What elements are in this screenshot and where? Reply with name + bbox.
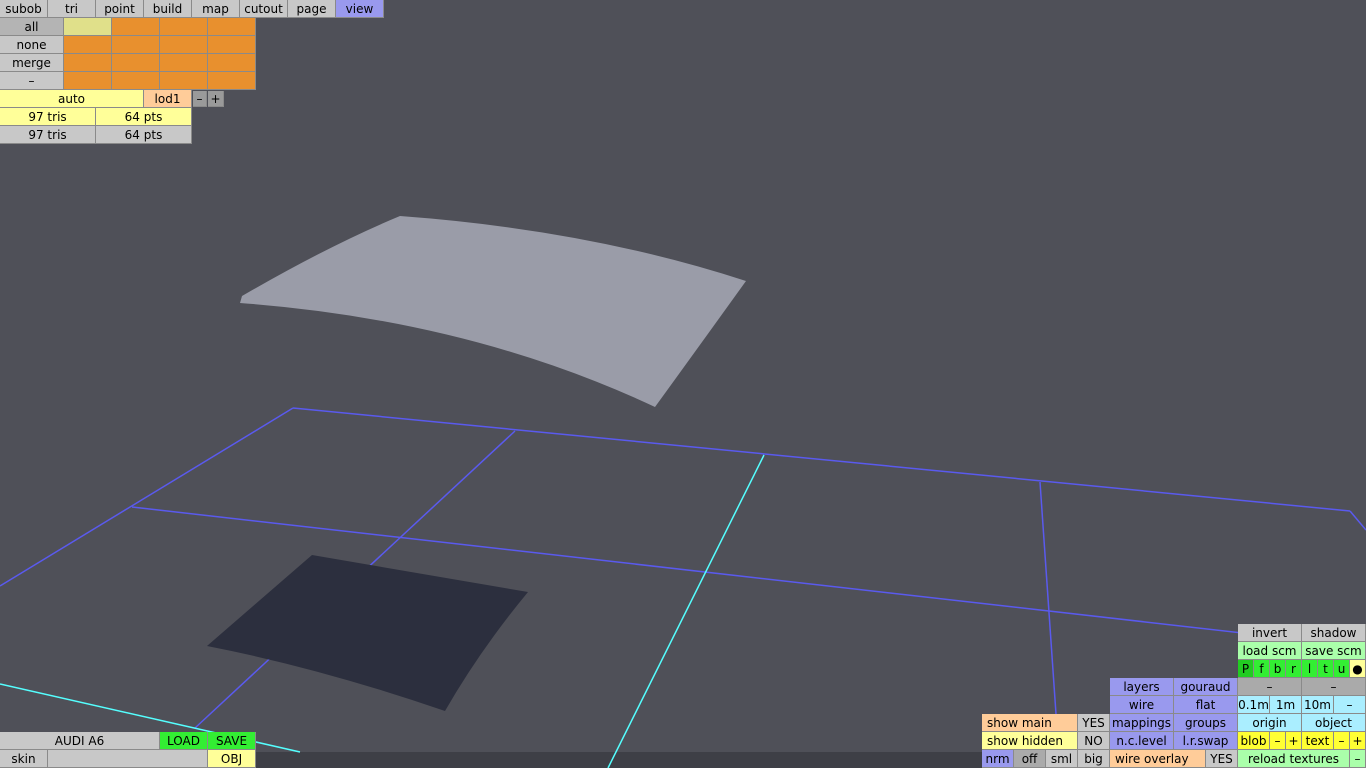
subob-cell[interactable] — [64, 72, 112, 90]
surface-shadow — [207, 555, 528, 711]
show-hidden-value[interactable]: NO — [1078, 732, 1110, 750]
groups-button[interactable]: groups — [1174, 714, 1238, 732]
subob-all-button[interactable]: all — [0, 18, 64, 36]
blob-minus-button[interactable]: – — [1270, 732, 1286, 750]
view-dir-button[interactable]: u — [1334, 660, 1350, 678]
nrm-button[interactable]: nrm — [982, 750, 1014, 768]
subob-cell[interactable] — [64, 36, 112, 54]
view-dir-button[interactable]: ● — [1350, 660, 1366, 678]
skin-field[interactable] — [48, 750, 208, 768]
subob-merge-button[interactable]: merge — [0, 54, 64, 72]
flat-button[interactable]: flat — [1174, 696, 1238, 714]
lod-level-button[interactable]: lod1 — [144, 90, 192, 108]
blob-button[interactable]: blob — [1238, 732, 1270, 750]
text-minus-button[interactable]: – — [1334, 732, 1350, 750]
tab-tri[interactable]: tri — [48, 0, 96, 18]
view-dir-button[interactable]: P — [1238, 660, 1254, 678]
save-scm-button[interactable]: save scm — [1302, 642, 1366, 660]
text-button[interactable]: text — [1302, 732, 1334, 750]
tris-count: 97 tris — [0, 108, 96, 126]
show-main-button[interactable]: show main — [982, 714, 1078, 732]
invert-button[interactable]: invert — [1238, 624, 1302, 642]
view-dir-button[interactable]: b — [1270, 660, 1286, 678]
grid-10m-button[interactable]: 10m — [1302, 696, 1334, 714]
tab-page[interactable]: page — [288, 0, 336, 18]
grid-1m-button[interactable]: 1m — [1270, 696, 1302, 714]
gouraud-button[interactable]: gouraud — [1174, 678, 1238, 696]
show-hidden-button[interactable]: show hidden — [982, 732, 1078, 750]
reload-minus-button[interactable]: – — [1350, 750, 1366, 768]
lr-swap-button[interactable]: l.r.swap — [1174, 732, 1238, 750]
subob-cell[interactable] — [64, 54, 112, 72]
origin-button[interactable]: origin — [1238, 714, 1302, 732]
text-plus-button[interactable]: + — [1350, 732, 1366, 750]
tab-build[interactable]: build — [144, 0, 192, 18]
mappings-button[interactable]: mappings — [1110, 714, 1174, 732]
load-scm-button[interactable]: load scm — [1238, 642, 1302, 660]
subob-cell[interactable] — [160, 36, 208, 54]
off-button[interactable]: off — [1014, 750, 1046, 768]
object-button[interactable]: object — [1302, 714, 1366, 732]
tab-map[interactable]: map — [192, 0, 240, 18]
subob-cell[interactable] — [160, 72, 208, 90]
tab-cutout[interactable]: cutout — [240, 0, 288, 18]
subob-cell[interactable] — [112, 54, 160, 72]
subob-cell[interactable] — [112, 72, 160, 90]
grid-0-1m-button[interactable]: 0.1m — [1238, 696, 1270, 714]
subob-cell[interactable] — [208, 18, 256, 36]
shadow-button[interactable]: shadow — [1302, 624, 1366, 642]
dash-button-2[interactable]: – — [1302, 678, 1366, 696]
view-dir-button[interactable]: t — [1318, 660, 1334, 678]
subob-dash-button[interactable]: – — [0, 72, 64, 90]
skin-label: skin — [0, 750, 48, 768]
subob-none-button[interactable]: none — [0, 36, 64, 54]
big-button[interactable]: big — [1078, 750, 1110, 768]
subob-cell[interactable] — [208, 36, 256, 54]
wire-overlay-value[interactable]: YES — [1206, 750, 1238, 768]
subob-cell[interactable] — [208, 54, 256, 72]
layers-button[interactable]: layers — [1110, 678, 1174, 696]
grid-dash-button[interactable]: – — [1334, 696, 1366, 714]
total-tris-count: 97 tris — [0, 126, 96, 144]
curved-surface[interactable] — [240, 216, 746, 407]
subob-cell[interactable] — [112, 18, 160, 36]
subob-cell[interactable] — [160, 54, 208, 72]
total-points-count: 64 pts — [96, 126, 192, 144]
lod-plus-button[interactable]: + — [208, 91, 224, 107]
3d-viewport[interactable] — [0, 0, 1366, 768]
lod-minus-button[interactable]: – — [193, 91, 207, 107]
points-count: 64 pts — [96, 108, 192, 126]
tab-point[interactable]: point — [96, 0, 144, 18]
subob-cell[interactable] — [160, 18, 208, 36]
sml-button[interactable]: sml — [1046, 750, 1078, 768]
nc-level-button[interactable]: n.c.level — [1110, 732, 1174, 750]
view-dir-button[interactable]: l — [1302, 660, 1318, 678]
auto-lod-button[interactable]: auto — [0, 90, 144, 108]
view-dir-button[interactable]: r — [1286, 660, 1302, 678]
load-button[interactable]: LOAD — [160, 732, 208, 750]
obj-button[interactable]: OBJ — [208, 750, 256, 768]
tab-subob[interactable]: subob — [0, 0, 48, 18]
subob-cell[interactable] — [112, 36, 160, 54]
save-button[interactable]: SAVE — [208, 732, 256, 750]
wire-overlay-button[interactable]: wire overlay — [1110, 750, 1206, 768]
show-main-value[interactable]: YES — [1078, 714, 1110, 732]
reload-textures-button[interactable]: reload textures — [1238, 750, 1350, 768]
blob-plus-button[interactable]: + — [1286, 732, 1302, 750]
model-name-field[interactable]: AUDI A6 — [0, 732, 160, 750]
dash-button-1[interactable]: – — [1238, 678, 1302, 696]
wire-button[interactable]: wire — [1110, 696, 1174, 714]
tab-view[interactable]: view — [336, 0, 384, 18]
view-dir-button[interactable]: f — [1254, 660, 1270, 678]
subob-cell[interactable] — [64, 18, 112, 36]
subob-cell[interactable] — [208, 72, 256, 90]
